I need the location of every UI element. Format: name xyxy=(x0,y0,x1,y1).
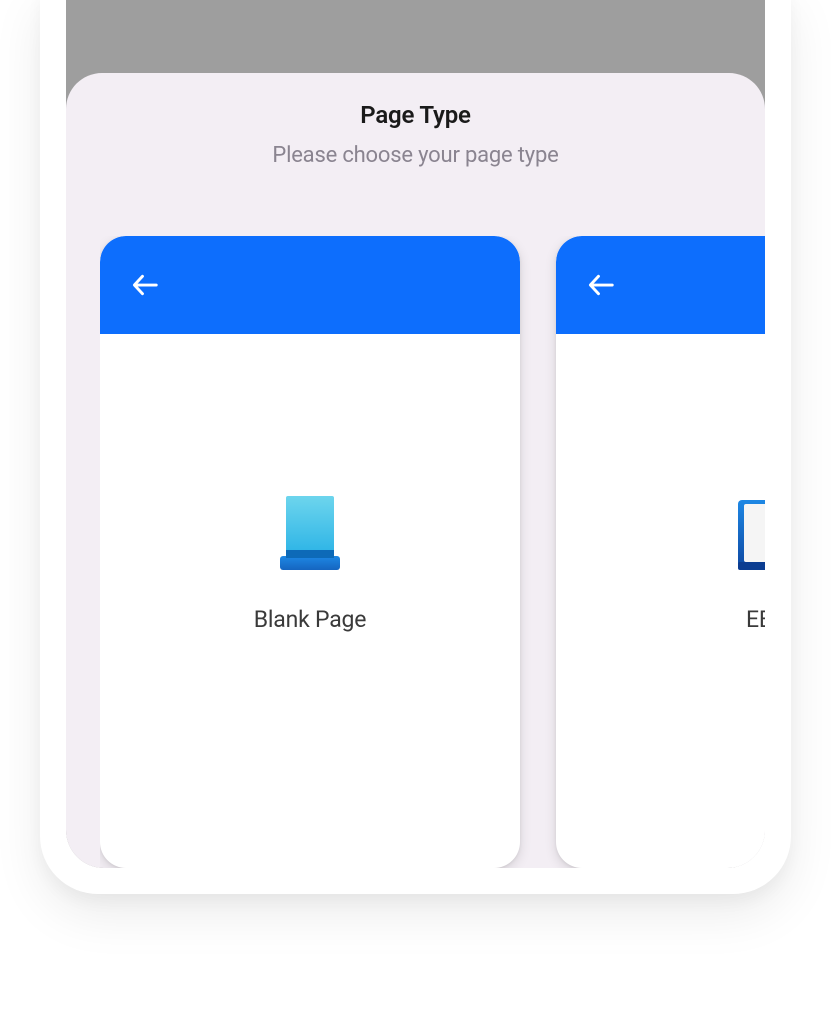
page-type-options[interactable]: Blank Page xyxy=(100,236,765,868)
option-card-body: EBo xyxy=(556,334,765,868)
option-card-body: Blank Page xyxy=(100,334,520,868)
page-type-option-blank[interactable]: Blank Page xyxy=(100,236,520,868)
option-label: EBo xyxy=(746,606,765,633)
option-card-header xyxy=(556,236,765,334)
sheet-title: Page Type xyxy=(66,101,765,129)
blank-page-icon xyxy=(269,490,351,582)
sheet-subtitle: Please choose your page type xyxy=(66,143,765,168)
page-type-sheet: Page Type Please choose your page type xyxy=(66,73,765,868)
option-label: Blank Page xyxy=(254,606,367,633)
option-card-header xyxy=(100,236,520,334)
ebook-icon xyxy=(725,490,765,582)
device-frame: Page Type Please choose your page type xyxy=(40,0,791,894)
page-type-option-ebook[interactable]: EBo xyxy=(556,236,765,868)
screen-area: Page Type Please choose your page type xyxy=(66,0,765,868)
back-arrow-icon[interactable] xyxy=(128,268,162,302)
back-arrow-icon[interactable] xyxy=(584,268,618,302)
